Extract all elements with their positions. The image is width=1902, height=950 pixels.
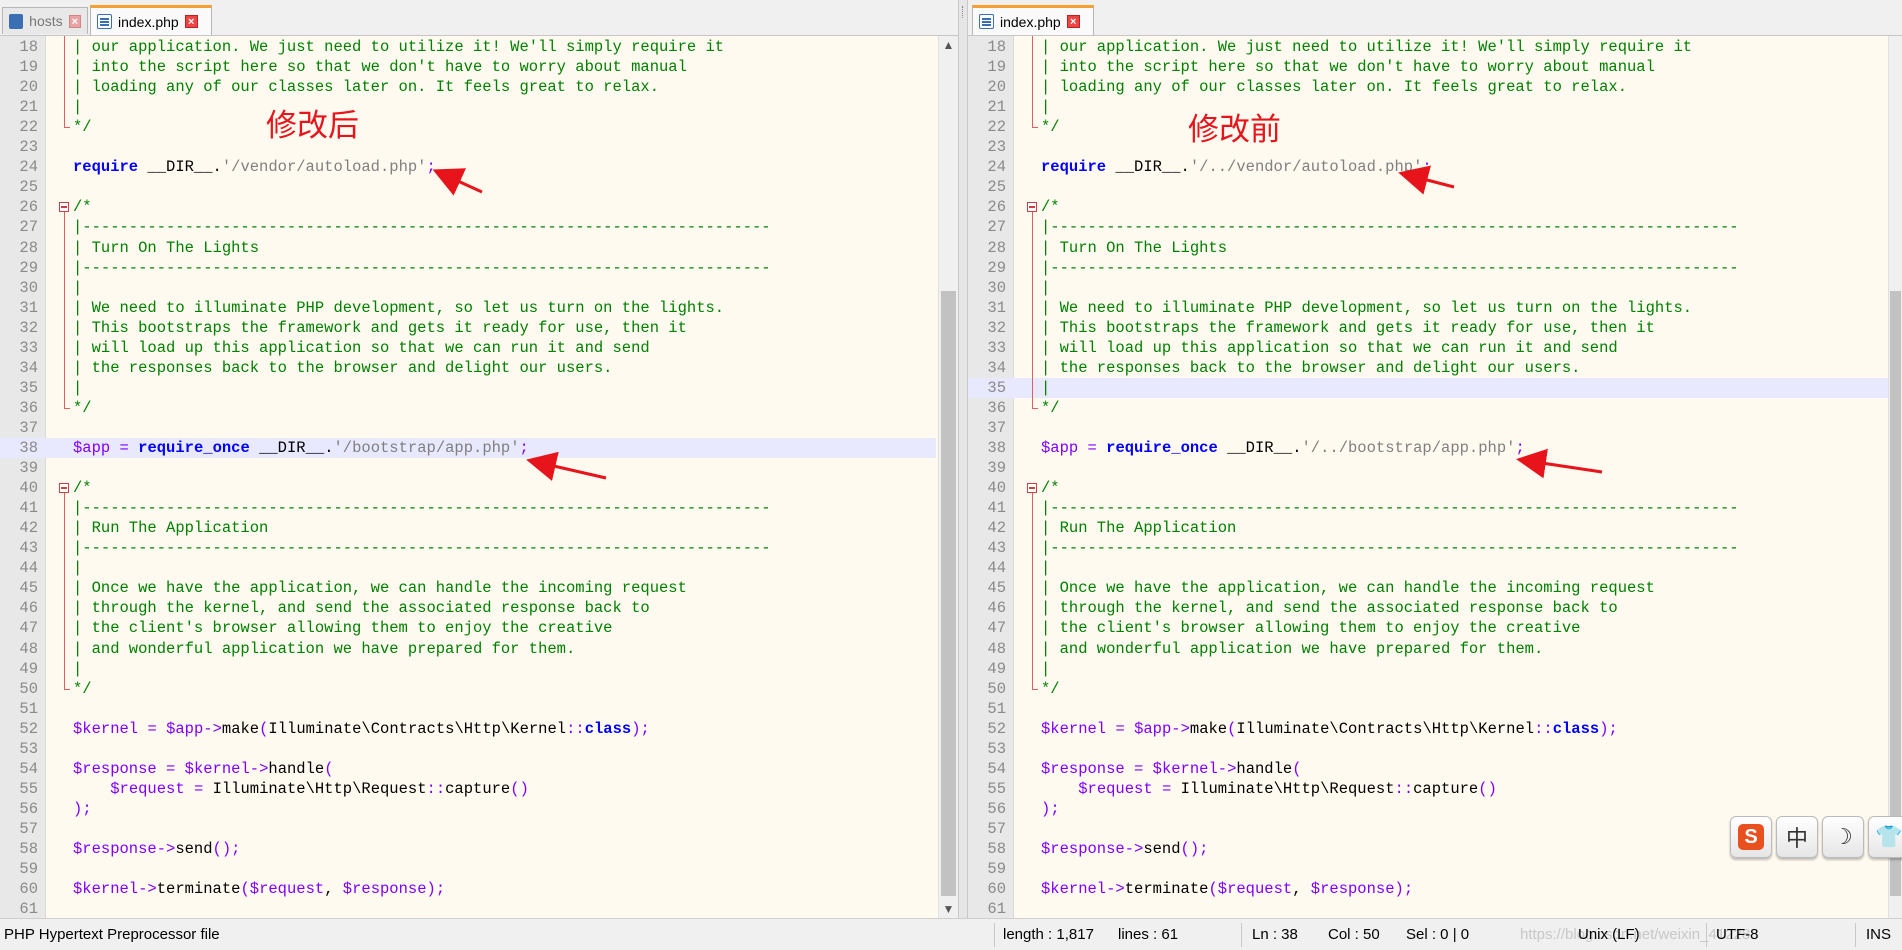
- moon-button[interactable]: ☽: [1822, 816, 1864, 858]
- sogou-logo-icon: S: [1738, 824, 1764, 850]
- status-eol: Unix (LF): [1578, 926, 1640, 943]
- moon-icon: ☽: [1833, 824, 1853, 849]
- left-editor-pane: hosts × index.php × 18 | our application.…: [0, 0, 958, 918]
- status-line: Ln : 38: [1252, 926, 1298, 943]
- ime-toolbar: S 中 ☽ 👕: [1730, 816, 1902, 858]
- status-selection: Sel : 0 | 0: [1406, 926, 1470, 943]
- red-arrow-icon: [1398, 165, 1603, 479]
- shirt-icon: 👕: [1875, 824, 1902, 849]
- shirt-button[interactable]: 👕: [1868, 816, 1902, 858]
- right-editor-pane: index.php × 18 | our application. We just…: [968, 0, 1902, 918]
- status-column: Col : 50: [1328, 926, 1380, 943]
- chinese-mode-icon: 中: [1785, 826, 1808, 851]
- status-insert-mode: INS: [1866, 926, 1892, 943]
- split-view-divider[interactable]: [958, 0, 968, 918]
- chinese-mode-button[interactable]: 中: [1776, 816, 1818, 858]
- status-file-type: PHP Hypertext Preprocessor file: [4, 926, 220, 943]
- red-arrow-icon: [432, 168, 607, 481]
- status-length: length : 1,817: [1003, 926, 1094, 943]
- status-bar: PHP Hypertext Preprocessor file length :…: [0, 918, 1902, 950]
- status-encoding: UTF-8: [1716, 926, 1759, 943]
- sogou-logo-button[interactable]: S: [1730, 816, 1772, 858]
- status-lines: lines : 61: [1118, 926, 1179, 943]
